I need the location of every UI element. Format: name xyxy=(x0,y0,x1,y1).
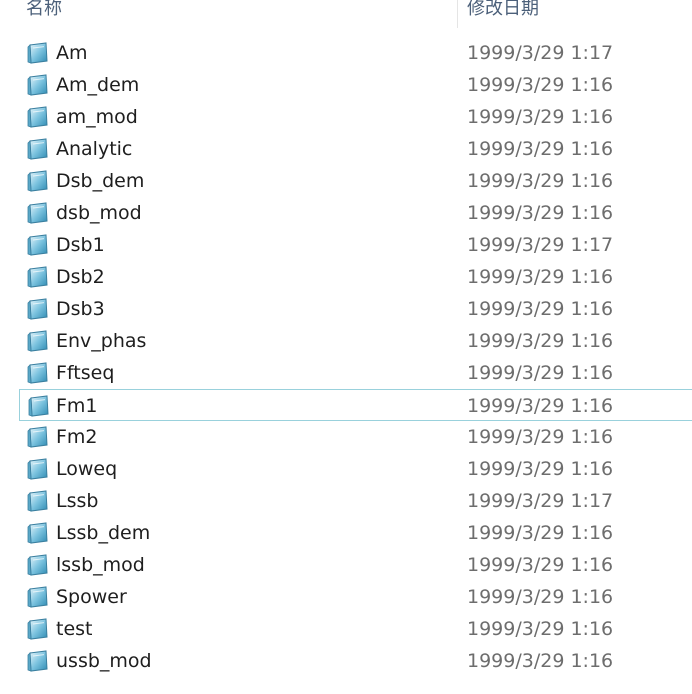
matlab-figure-file-icon xyxy=(25,618,51,640)
file-name: Dsb3 xyxy=(56,298,105,320)
file-date-modified: 1999/3/29 1:16 xyxy=(467,362,614,384)
file-name: Loweq xyxy=(56,458,118,480)
matlab-figure-file-icon xyxy=(25,202,51,224)
file-explorer-list: 名称 修改日期 Am 1999/3/29 1:17 Am_dem 1999/3/29 xyxy=(0,0,692,694)
matlab-figure-file-icon xyxy=(25,330,51,352)
file-date-modified: 1999/3/29 1:16 xyxy=(467,395,614,417)
file-row[interactable]: Dsb3 1999/3/29 1:16 xyxy=(0,293,692,325)
file-name: test xyxy=(56,618,93,640)
file-row[interactable]: Dsb1 1999/3/29 1:17 xyxy=(0,229,692,261)
file-date-modified: 1999/3/29 1:16 xyxy=(467,650,614,672)
file-date-modified: 1999/3/29 1:16 xyxy=(467,106,614,128)
matlab-figure-file-icon xyxy=(25,106,51,128)
file-date-modified: 1999/3/29 1:16 xyxy=(467,522,614,544)
file-row[interactable]: Am 1999/3/29 1:17 xyxy=(0,37,692,69)
file-row[interactable]: test 1999/3/29 1:16 xyxy=(0,613,692,645)
file-row[interactable]: Dsb_dem 1999/3/29 1:16 xyxy=(0,165,692,197)
column-header-name[interactable]: 名称 xyxy=(26,0,62,22)
file-date-modified: 1999/3/29 1:16 xyxy=(467,74,614,96)
file-row[interactable]: am_mod 1999/3/29 1:16 xyxy=(0,101,692,133)
file-rows: Am 1999/3/29 1:17 Am_dem 1999/3/29 1:16 am… xyxy=(0,37,692,677)
matlab-figure-file-icon xyxy=(25,362,51,384)
file-name: Fm1 xyxy=(56,395,98,417)
file-name: dsb_mod xyxy=(56,202,142,224)
matlab-figure-file-icon xyxy=(25,266,51,288)
matlab-figure-file-icon xyxy=(26,395,52,417)
file-date-modified: 1999/3/29 1:16 xyxy=(467,458,614,480)
file-row[interactable]: Fftseq 1999/3/29 1:16 xyxy=(0,357,692,389)
file-row[interactable]: Env_phas 1999/3/29 1:16 xyxy=(0,325,692,357)
file-name: Am_dem xyxy=(56,74,140,96)
file-name: Env_phas xyxy=(56,330,147,352)
file-date-modified: 1999/3/29 1:17 xyxy=(467,234,614,256)
file-date-modified: 1999/3/29 1:16 xyxy=(467,618,614,640)
file-date-modified: 1999/3/29 1:16 xyxy=(467,330,614,352)
column-divider[interactable] xyxy=(457,0,458,28)
file-date-modified: 1999/3/29 1:16 xyxy=(467,170,614,192)
file-name: Am xyxy=(56,42,88,64)
file-row[interactable]: Dsb2 1999/3/29 1:16 xyxy=(0,261,692,293)
column-header-bar: 名称 修改日期 xyxy=(0,0,692,30)
file-row[interactable]: Am_dem 1999/3/29 1:16 xyxy=(0,69,692,101)
file-name: Fftseq xyxy=(56,362,115,384)
file-row[interactable]: Lssb_dem 1999/3/29 1:16 xyxy=(0,517,692,549)
file-date-modified: 1999/3/29 1:16 xyxy=(467,138,614,160)
file-date-modified: 1999/3/29 1:16 xyxy=(467,426,614,448)
file-date-modified: 1999/3/29 1:16 xyxy=(467,554,614,576)
matlab-figure-file-icon xyxy=(25,458,51,480)
file-date-modified: 1999/3/29 1:16 xyxy=(467,266,614,288)
file-row[interactable]: Analytic 1999/3/29 1:16 xyxy=(0,133,692,165)
file-row[interactable]: lssb_mod 1999/3/29 1:16 xyxy=(0,549,692,581)
file-date-modified: 1999/3/29 1:16 xyxy=(467,298,614,320)
matlab-figure-file-icon xyxy=(25,74,51,96)
matlab-figure-file-icon xyxy=(25,554,51,576)
file-name: Dsb2 xyxy=(56,266,105,288)
matlab-figure-file-icon xyxy=(25,522,51,544)
file-name: am_mod xyxy=(56,106,138,128)
file-row[interactable]: Fm1 1999/3/29 1:16 xyxy=(19,389,692,421)
file-name: Analytic xyxy=(56,138,133,160)
file-date-modified: 1999/3/29 1:16 xyxy=(467,202,614,224)
matlab-figure-file-icon xyxy=(25,490,51,512)
file-name: Fm2 xyxy=(56,426,98,448)
column-header-date-modified[interactable]: 修改日期 xyxy=(467,0,539,22)
file-name: Lssb_dem xyxy=(56,522,151,544)
file-name: ussb_mod xyxy=(56,650,152,672)
file-row[interactable]: dsb_mod 1999/3/29 1:16 xyxy=(0,197,692,229)
file-row[interactable]: Spower 1999/3/29 1:16 xyxy=(0,581,692,613)
file-row[interactable]: ussb_mod 1999/3/29 1:16 xyxy=(0,645,692,677)
file-name: Dsb1 xyxy=(56,234,105,256)
file-name: Dsb_dem xyxy=(56,170,145,192)
matlab-figure-file-icon xyxy=(25,586,51,608)
file-row[interactable]: Fm2 1999/3/29 1:16 xyxy=(0,421,692,453)
matlab-figure-file-icon xyxy=(25,298,51,320)
file-row[interactable]: Lssb 1999/3/29 1:17 xyxy=(0,485,692,517)
file-name: lssb_mod xyxy=(56,554,145,576)
file-name: Lssb xyxy=(56,490,99,512)
file-name: Spower xyxy=(56,586,127,608)
matlab-figure-file-icon xyxy=(25,426,51,448)
matlab-figure-file-icon xyxy=(25,650,51,672)
file-row[interactable]: Loweq 1999/3/29 1:16 xyxy=(0,453,692,485)
file-date-modified: 1999/3/29 1:16 xyxy=(467,586,614,608)
file-date-modified: 1999/3/29 1:17 xyxy=(467,490,614,512)
matlab-figure-file-icon xyxy=(25,170,51,192)
matlab-figure-file-icon xyxy=(25,42,51,64)
matlab-figure-file-icon xyxy=(25,138,51,160)
file-date-modified: 1999/3/29 1:17 xyxy=(467,42,614,64)
matlab-figure-file-icon xyxy=(25,234,51,256)
